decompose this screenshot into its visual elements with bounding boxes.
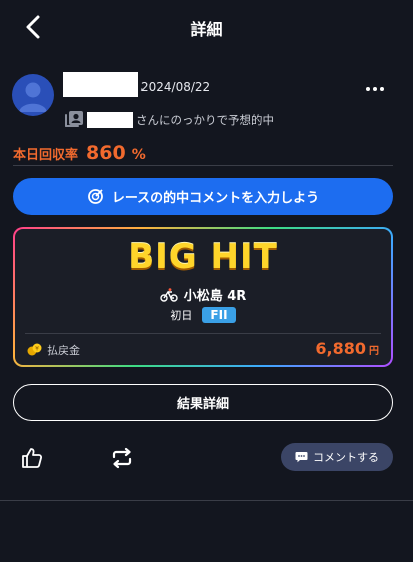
race-info: 小松島 4R bbox=[15, 285, 391, 304]
bottom-divider bbox=[0, 500, 413, 501]
redacted-follower-name bbox=[87, 112, 133, 128]
hit-comment-label: レースの的中コメントを入力しよう bbox=[111, 191, 320, 206]
coin-icon: ¥ bbox=[27, 343, 42, 356]
more-options-icon[interactable] bbox=[366, 82, 390, 96]
avatar[interactable] bbox=[12, 74, 54, 116]
page-title: 詳細 bbox=[190, 20, 223, 39]
target-icon bbox=[87, 189, 103, 204]
post-date: 2024/08/22 bbox=[141, 80, 211, 94]
payout-unit: 円 bbox=[369, 346, 379, 357]
big-hit-badge: BIG HIT bbox=[128, 237, 278, 277]
race-day-row: 初日 FII bbox=[15, 307, 391, 323]
payout-label-group: ¥ 払戻金 bbox=[27, 342, 80, 358]
recovery-value: 860 bbox=[86, 142, 126, 164]
thumbs-up-icon[interactable] bbox=[20, 446, 44, 470]
race-day: 初日 bbox=[170, 309, 193, 322]
repost-icon[interactable] bbox=[110, 446, 134, 470]
hit-comment-button[interactable]: レースの的中コメントを入力しよう bbox=[13, 178, 393, 215]
payout-amount: 6,880 円 bbox=[315, 339, 379, 358]
speech-bubble-icon bbox=[295, 452, 308, 463]
follower-text: さんにのっかりで予想的中 bbox=[136, 113, 274, 127]
recovery-rate: 本日回収率 860 % bbox=[13, 142, 146, 164]
recovery-label: 本日回収率 bbox=[13, 148, 79, 163]
svg-text:¥: ¥ bbox=[35, 346, 39, 353]
payout-label: 払戻金 bbox=[47, 344, 80, 357]
payout-value: 6,880 bbox=[315, 339, 366, 358]
bicycle-icon bbox=[160, 287, 178, 302]
follower-icon bbox=[65, 111, 83, 127]
result-detail-label: 結果詳細 bbox=[176, 397, 229, 412]
grade-badge: FII bbox=[202, 307, 236, 323]
recovery-unit: % bbox=[131, 147, 146, 163]
divider bbox=[13, 165, 393, 166]
comment-button-label: コメントする bbox=[313, 451, 379, 464]
card-divider bbox=[25, 333, 381, 334]
venue-race: 小松島 4R bbox=[183, 289, 247, 304]
header: 詳細 bbox=[0, 0, 413, 54]
comment-button[interactable]: コメントする bbox=[281, 443, 393, 471]
result-card: BIG HIT 小松島 4R 初日 FII ¥ 払戻金 6,880 円 bbox=[13, 227, 393, 367]
redacted-username bbox=[63, 72, 138, 97]
user-icon bbox=[19, 82, 47, 112]
result-detail-button[interactable]: 結果詳細 bbox=[13, 384, 393, 421]
